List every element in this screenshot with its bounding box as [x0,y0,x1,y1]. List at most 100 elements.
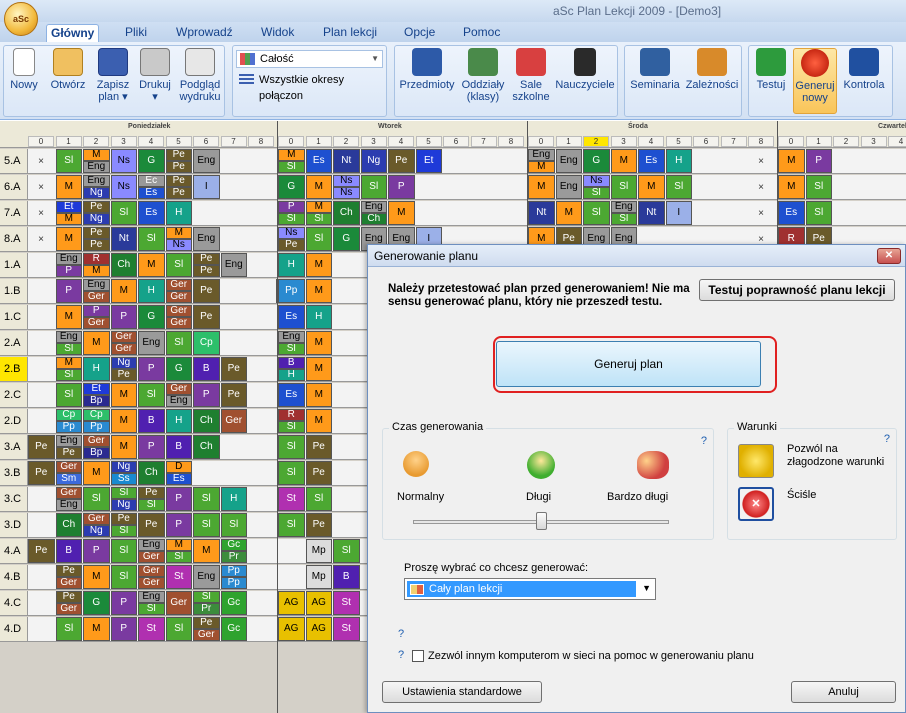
generate-plan-button[interactable]: Generuj plan [496,341,761,387]
lesson-card[interactable]: Pe [220,357,247,381]
save-plan-button[interactable]: Zapisz plan ▾ [92,48,134,114]
class-row-label[interactable]: 3.D [0,513,28,538]
lesson-card[interactable]: Es [278,305,305,329]
class-row-label[interactable]: 3.C [0,487,28,512]
lesson-card-split[interactable]: Eng [360,201,387,213]
lesson-card-split[interactable]: Ger [110,331,137,343]
lesson-card[interactable]: B [138,409,165,433]
lesson-card[interactable]: Sl [805,201,832,225]
lesson-card-split[interactable]: Sl [138,499,165,511]
class-row-label[interactable]: 6.A [0,175,28,200]
lesson-card[interactable]: P [110,305,137,329]
smiley-icon[interactable] [738,444,774,478]
lesson-card[interactable]: Mp [305,539,332,563]
lesson-card[interactable]: B [333,565,360,589]
lesson-card[interactable]: Pe [28,461,55,485]
lesson-card[interactable]: M [305,409,332,433]
lesson-card[interactable]: Es [278,383,305,407]
lesson-card-split[interactable]: Eng [278,331,305,343]
new-button[interactable]: Nowy [6,48,42,114]
lesson-card-split[interactable]: Pp [220,577,247,589]
lesson-card-split[interactable]: Ng [83,213,110,225]
lesson-card[interactable]: Pe [220,383,247,407]
default-settings-button[interactable]: Ustawienia standardowe [382,681,542,703]
lesson-card[interactable]: G [333,227,360,251]
lesson-card-split[interactable]: M [528,161,555,173]
lesson-card-split[interactable]: Ns [165,239,192,251]
generate-new-button[interactable]: Generuj nowy [793,48,837,114]
test-plan-button[interactable]: Testuj poprawność planu lekcji [699,279,895,301]
lesson-card[interactable]: Sl [55,617,82,641]
lesson-card[interactable]: Sl [360,175,387,199]
lesson-card[interactable]: Sl [83,487,110,511]
lesson-card[interactable]: Ng [360,149,387,173]
lesson-card-split[interactable]: Es [165,473,192,485]
lesson-card-split[interactable]: Ger [165,317,192,329]
lesson-card-split[interactable]: Pe [193,265,220,277]
class-row-label[interactable]: 2.B [0,357,28,382]
lesson-card-split[interactable]: Ger [83,435,110,447]
network-help-icon[interactable]: ? [398,628,404,640]
lesson-card-split[interactable]: Bp [83,395,110,407]
lesson-card-split[interactable]: Pe [193,617,220,629]
lesson-card[interactable]: P [388,175,415,199]
classes-button[interactable]: Oddziały (klasy) [457,48,509,114]
lesson-card[interactable]: Es [778,201,805,225]
lesson-card[interactable]: Sl [278,461,305,485]
lesson-card-split[interactable]: Pe [55,565,82,577]
tab-pliki[interactable]: Pliki [121,24,151,42]
lesson-card[interactable]: P [138,357,165,381]
cancel-button[interactable]: Anuluj [791,681,896,703]
time-slider-thumb[interactable] [536,512,547,530]
lesson-card[interactable]: Nt [333,149,360,173]
lesson-card-split[interactable]: Sl [193,591,220,603]
lesson-card-split[interactable]: Pe [165,161,192,173]
lesson-card[interactable]: M [83,617,110,641]
lesson-card-split[interactable]: P [55,265,82,277]
lesson-card[interactable]: Sl [110,201,137,225]
lesson-card[interactable]: G [138,305,165,329]
print-preview-button[interactable]: Podgląd wydruku [176,48,224,114]
lesson-card[interactable]: Ns [110,175,137,199]
lesson-card[interactable]: Sl [193,513,220,537]
lesson-card[interactable]: Sl [805,175,832,199]
open-button[interactable]: Otwórz [46,48,90,114]
lesson-card-split[interactable]: M [55,213,82,225]
lesson-card[interactable]: M [110,383,137,407]
class-row-label[interactable]: 1.A [0,253,28,278]
lesson-card-split[interactable]: Sl [110,525,137,537]
lesson-card[interactable]: Sl [305,227,332,251]
lesson-card[interactable]: Sl [305,487,332,511]
lesson-card[interactable]: Ch [333,201,360,225]
lesson-card[interactable]: M [83,331,110,355]
lesson-card-split[interactable]: Pp [83,421,110,433]
lesson-card-split[interactable]: Pe [278,239,305,251]
lesson-card[interactable]: Sl [665,175,692,199]
lesson-card[interactable]: M [110,435,137,459]
lesson-card[interactable]: Sl [138,383,165,407]
lesson-card-split[interactable]: H [278,369,305,381]
lesson-card[interactable]: M [778,149,805,173]
lesson-card[interactable]: P [110,591,137,615]
lesson-card-split[interactable]: Eng [138,591,165,603]
lesson-card[interactable]: P [805,149,832,173]
lesson-card[interactable]: Eng [193,149,220,173]
lesson-card[interactable]: St [165,565,192,589]
lesson-card-split[interactable]: Sl [165,551,192,563]
tab-opcje[interactable]: Opcje [400,24,439,42]
lesson-card-split[interactable]: Pe [165,187,192,199]
lesson-card-split[interactable]: Eng [83,279,110,291]
lesson-card[interactable]: H [278,253,305,277]
lesson-card[interactable]: P [193,383,220,407]
lesson-card[interactable]: Sl [55,149,82,173]
lesson-card[interactable]: Sl [110,539,137,563]
lesson-card-split[interactable]: Sl [278,343,305,355]
lesson-card[interactable]: M [110,279,137,303]
lesson-card-split[interactable]: Ng [110,461,137,473]
lesson-card-split[interactable]: P [83,305,110,317]
lesson-card[interactable]: I [193,175,220,199]
lesson-card[interactable]: Pe [305,461,332,485]
lesson-card[interactable]: Sl [110,565,137,589]
lesson-card-split[interactable]: M [165,227,192,239]
lesson-card[interactable]: Pe [305,435,332,459]
